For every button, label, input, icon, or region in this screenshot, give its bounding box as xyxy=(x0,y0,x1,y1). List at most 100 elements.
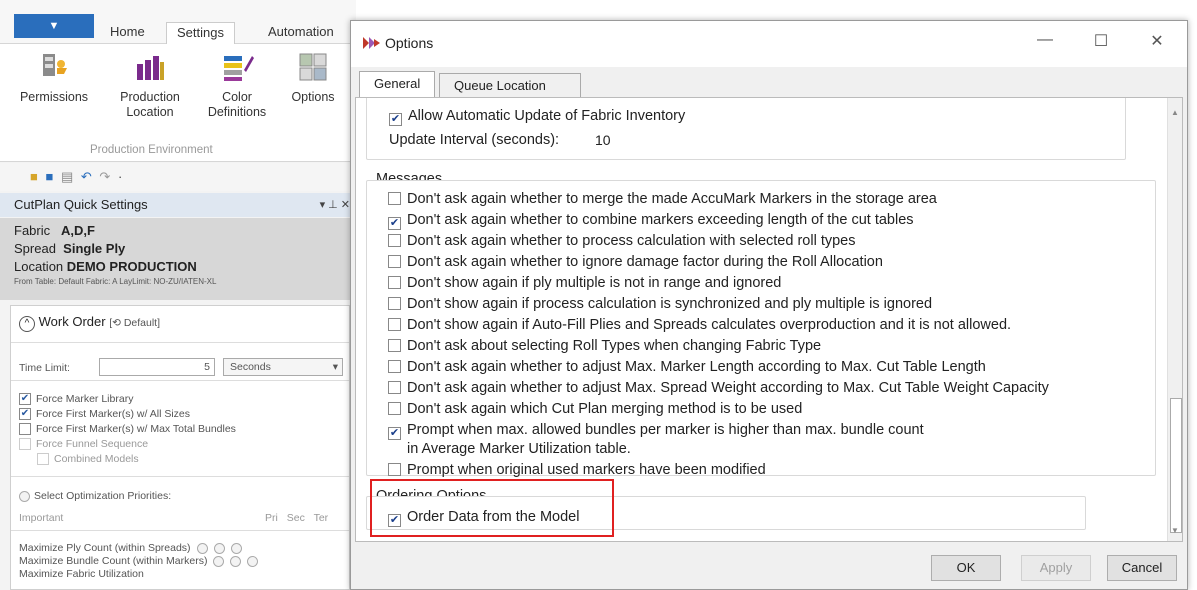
message-option[interactable]: Don't ask again whether to process calcu… xyxy=(388,232,855,250)
work-order-header[interactable]: ^ Work Order [⟲ Default] xyxy=(19,314,160,332)
collapse-icon[interactable]: ^ xyxy=(19,316,35,332)
scroll-down-icon[interactable]: ▼ xyxy=(1171,526,1179,535)
radio-icon[interactable] xyxy=(213,542,225,554)
column-tertiary: Ter xyxy=(313,512,329,524)
radio-icon[interactable] xyxy=(230,542,242,554)
dialog-button-bar: OK Apply Cancel xyxy=(351,543,1187,589)
message-option[interactable]: Don't ask about selecting Roll Types whe… xyxy=(388,337,821,355)
priorities-header[interactable]: Select Optimization Priorities: xyxy=(19,490,171,502)
priority-label: Maximize Ply Count (within Spreads) xyxy=(19,542,191,554)
time-unit-value: Seconds xyxy=(230,361,271,373)
save-icon[interactable]: ■ xyxy=(45,169,55,184)
priority-row: Maximize Fabric Utilization xyxy=(19,568,258,581)
message-option[interactable]: Prompt when original used markers have b… xyxy=(388,461,766,479)
options-button[interactable]: Options xyxy=(282,50,344,105)
minimize-button[interactable]: — xyxy=(1025,31,1065,49)
ribbon-tab-bar: ▼ Home Settings Automation xyxy=(0,0,356,44)
apply-button[interactable]: Apply xyxy=(1021,555,1091,581)
checkbox-icon xyxy=(388,402,401,415)
message-option[interactable]: Don't ask again whether to merge the mad… xyxy=(388,190,937,208)
tab-automation[interactable]: Automation xyxy=(258,22,344,44)
application-menu-button[interactable]: ▼ xyxy=(14,14,94,38)
radio-icon[interactable] xyxy=(247,555,259,567)
work-order-options: ✔ Force Marker Library ✔ Force First Marke… xyxy=(19,392,236,467)
message-label: Prompt when max. allowed bundles per mar… xyxy=(407,422,924,438)
importance-label: Important xyxy=(19,512,64,524)
checkbox-icon: ✔ xyxy=(388,217,401,230)
message-option[interactable]: Don't ask again whether to ignore damage… xyxy=(388,253,883,271)
time-limit-input[interactable]: 5 xyxy=(99,358,215,376)
spread-label: Spread xyxy=(14,241,56,256)
option-force-funnel-sequence[interactable]: Force Funnel Sequence xyxy=(19,437,236,452)
update-interval-input[interactable]: 10 xyxy=(585,131,623,151)
message-label: Don't ask again whether to ignore damage… xyxy=(407,254,883,270)
scrollbar-thumb[interactable] xyxy=(1170,398,1182,533)
customize-qat-icon[interactable]: · xyxy=(118,169,124,184)
tab-queue-location[interactable]: Queue Location xyxy=(439,73,581,99)
option-force-first-marker-all-sizes[interactable]: ✔ Force First Marker(s) w/ All Sizes xyxy=(19,407,236,422)
option-label: Force First Marker(s) w/ Max Total Bundl… xyxy=(36,423,236,435)
option-force-first-marker-max-bundles[interactable]: Force First Marker(s) w/ Max Total Bundl… xyxy=(19,422,236,437)
radio-icon[interactable] xyxy=(230,555,242,567)
message-label: Don't ask again which Cut Plan merging m… xyxy=(407,401,803,417)
message-option[interactable]: Don't ask again whether to adjust Max. M… xyxy=(388,358,986,376)
radio-icon xyxy=(19,490,30,502)
column-secondary: Sec xyxy=(286,512,305,524)
tab-general[interactable]: General xyxy=(359,71,436,99)
dialog-title: Options xyxy=(385,35,434,51)
checkbox-icon xyxy=(388,360,401,373)
color-definitions-icon xyxy=(224,56,254,81)
color-label-line2: Definitions xyxy=(207,105,267,119)
option-force-marker-library[interactable]: ✔ Force Marker Library xyxy=(19,392,236,407)
cancel-button[interactable]: Cancel xyxy=(1107,555,1177,581)
dialog-titlebar[interactable]: Options — ☐ ✕ xyxy=(351,21,1187,67)
close-button[interactable]: ✕ xyxy=(1137,31,1177,51)
ok-button[interactable]: OK xyxy=(931,555,1001,581)
color-label-line1: Color xyxy=(222,90,252,104)
checkbox-icon xyxy=(37,453,49,466)
undo-icon[interactable]: ↶ xyxy=(81,169,94,184)
checkbox-icon xyxy=(19,423,31,436)
message-option-continuation: in Average Marker Utilization table. xyxy=(407,441,631,457)
priority-label: Maximize Fabric Utilization xyxy=(19,568,144,580)
quick-access-toolbar: ■ ■ ▤ ↶ ↷ · xyxy=(0,163,356,191)
scroll-up-icon[interactable]: ▲ xyxy=(1171,108,1179,117)
option-combined-models[interactable]: Combined Models xyxy=(19,452,236,467)
tab-home[interactable]: Home xyxy=(100,22,155,44)
default-tag: [⟲ Default] xyxy=(109,317,161,329)
maximize-button[interactable]: ☐ xyxy=(1081,31,1121,51)
divider xyxy=(11,380,349,381)
fabric-value: A,D,F xyxy=(60,223,95,238)
update-interval-label: Update Interval (seconds): xyxy=(389,132,560,148)
scrollbar[interactable]: ▲ ▼ xyxy=(1167,98,1182,541)
message-label: Don't ask again whether to merge the mad… xyxy=(407,191,937,207)
production-location-button[interactable]: Production Location xyxy=(112,50,188,120)
chevron-down-icon: ▾ xyxy=(332,361,338,373)
ribbon-panel: Permissions Production Location Color De… xyxy=(0,44,356,162)
folder-icon[interactable]: ■ xyxy=(30,169,40,184)
time-unit-select[interactable]: Seconds ▾ xyxy=(223,358,343,376)
radio-icon[interactable] xyxy=(196,542,208,554)
auto-update-option[interactable]: ✔ Allow Automatic Update of Fabric Invent… xyxy=(389,107,685,126)
production-label-line2: Location xyxy=(126,105,174,119)
option-label: Force Marker Library xyxy=(36,393,134,405)
message-option[interactable]: Don't show again if ply multiple is not … xyxy=(388,274,781,292)
message-option[interactable]: Don't ask again whether to adjust Max. S… xyxy=(388,379,1049,397)
permissions-button[interactable]: Permissions xyxy=(18,50,90,105)
message-option[interactable]: Don't ask again which Cut Plan merging m… xyxy=(388,400,802,418)
pane-pin-close-icons[interactable]: ▾ ⊥ ✕ xyxy=(320,193,350,217)
divider xyxy=(11,530,349,531)
message-option[interactable]: Don't show again if Auto-Fill Plies and … xyxy=(388,316,1011,334)
message-option[interactable]: Don't show again if process calculation … xyxy=(388,295,932,313)
column-primary: Pri xyxy=(265,512,278,524)
highlight-box xyxy=(370,479,614,537)
copy-icon[interactable]: ▤ xyxy=(61,169,75,184)
color-definitions-button[interactable]: Color Definitions xyxy=(198,50,276,120)
message-option[interactable]: ✔ Prompt when max. allowed bundles per ma… xyxy=(388,421,924,440)
tab-settings[interactable]: Settings xyxy=(166,22,235,44)
checkbox-icon xyxy=(388,381,401,394)
message-option[interactable]: ✔ Don't ask again whether to combine mark… xyxy=(388,211,914,230)
redo-icon[interactable]: ↷ xyxy=(99,169,112,184)
radio-icon[interactable] xyxy=(213,555,225,567)
permissions-icon xyxy=(43,54,67,76)
